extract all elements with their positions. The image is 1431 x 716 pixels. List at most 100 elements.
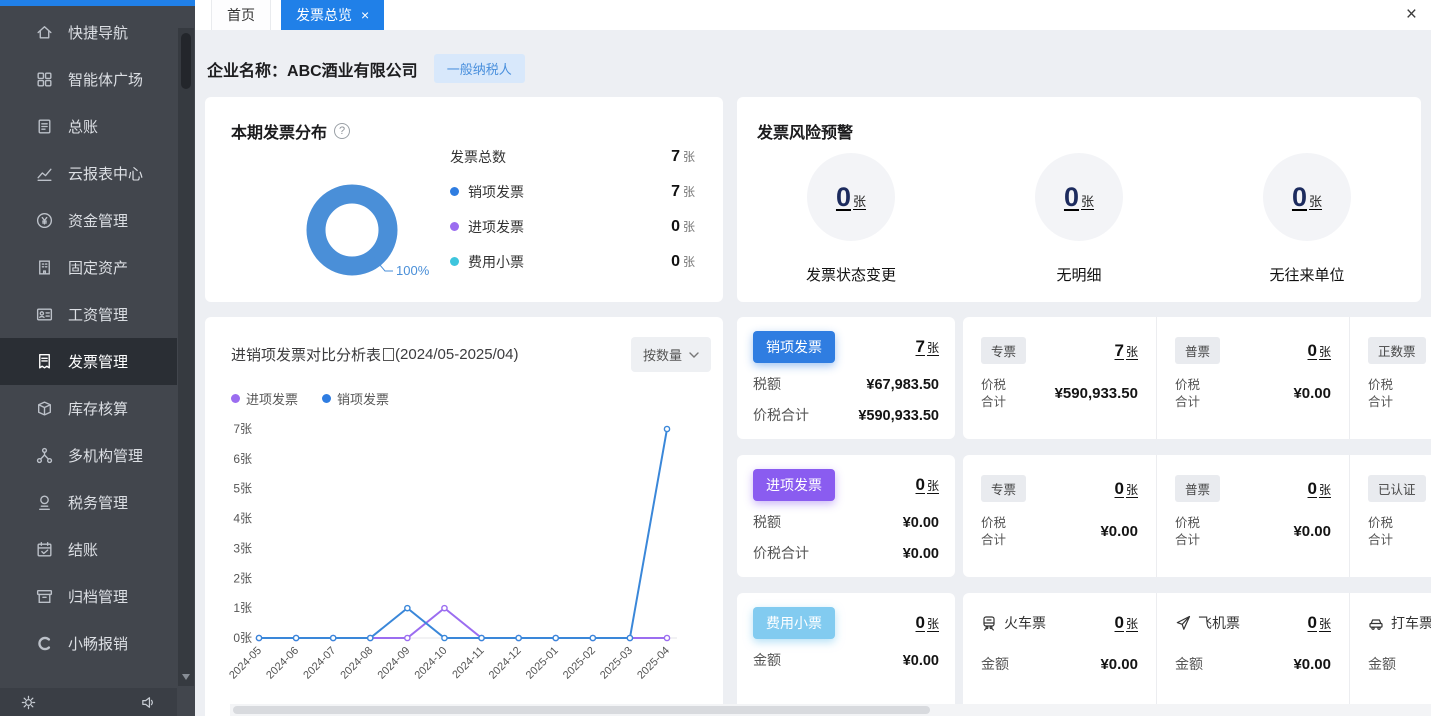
count-link[interactable]: 0张: [1115, 479, 1138, 499]
invoice-risk-card: 发票风险预警 0张 发票状态变更 0张 无明: [737, 97, 1421, 302]
svg-text:2024-06: 2024-06: [264, 645, 301, 682]
sidebar-item-label: 多机构管理: [68, 445, 143, 466]
special-invoice-badge: 专票: [981, 337, 1026, 364]
sales-count-link[interactable]: 7张: [916, 337, 939, 357]
risk-circle: 0张: [807, 153, 895, 241]
main-content: 企业名称： ABC酒业有限公司 一般纳税人 本期发票分布 ? 100% 发票总数…: [195, 30, 1431, 716]
sidebar-item-label: 库存核算: [68, 398, 128, 419]
distribution-card-title: 本期发票分布: [231, 119, 327, 143]
chart-title: 进销项发票对比分析表(2024/05-2025/04): [231, 344, 518, 365]
company-name-label: 企业名称：: [207, 57, 287, 81]
reimburse-icon: [34, 634, 54, 654]
sidebar-item-label: 快捷导航: [68, 22, 128, 43]
sidebar-footer: [0, 688, 177, 716]
purchase-dot-icon: [450, 222, 459, 231]
tab-invoice-overview-label: 发票总览: [296, 5, 352, 25]
tab-close-icon[interactable]: ×: [361, 8, 369, 22]
chevron-down-icon: [689, 352, 699, 358]
svg-text:7张: 7张: [233, 422, 252, 436]
sidebar: 快捷导航 智能体广场 总账 云报表中心 资金管理 固定资产: [0, 0, 195, 716]
risk-card-title: 发票风险预警: [757, 125, 853, 142]
chart-mode-select[interactable]: 按数量: [631, 337, 711, 372]
purchase-summary-card: 进项发票 0张 税额¥0.00 价税合计¥0.00: [737, 455, 955, 577]
svg-text:2025-04: 2025-04: [635, 645, 672, 682]
sidebar-top-accent: [0, 0, 195, 6]
sidebar-item-label: 固定资产: [68, 257, 128, 278]
purchase-invoice-badge[interactable]: 进项发票: [753, 469, 835, 501]
svg-text:2025-02: 2025-02: [561, 645, 598, 682]
sidebar-item-fixed-assets[interactable]: 固定资产: [0, 244, 177, 291]
taxpayer-badge: 一般纳税人: [434, 54, 525, 83]
taxi-ticket-group: 打车票 金额: [1349, 593, 1431, 715]
sidebar-item-cloud-reports[interactable]: 云报表中心: [0, 150, 177, 197]
count-link[interactable]: 0张: [1308, 479, 1331, 499]
company-name: ABC酒业有限公司: [287, 57, 418, 81]
invoice-distribution-card: 本期发票分布 ? 100% 发票总数 7张 销项发票 7张: [205, 97, 723, 302]
tax-icon: [34, 493, 54, 513]
sales-detail-card: 专票 7张 价税合计 ¥590,933.50 普票 0张 价税合计 ¥0.00: [963, 317, 1431, 439]
sidebar-scrollbar-thumb[interactable]: [181, 33, 191, 89]
sidebar-item-tax[interactable]: 税务管理: [0, 479, 177, 526]
svg-text:2024-11: 2024-11: [450, 645, 486, 681]
scroll-down-arrow-icon[interactable]: [182, 674, 190, 680]
horizontal-scrollbar[interactable]: [230, 704, 1431, 716]
purchase-detail-card: 专票 0张 价税合计 ¥0.00 普票 0张 价税合计 ¥0.00: [963, 455, 1431, 577]
svg-text:2025-03: 2025-03: [598, 645, 635, 682]
svg-text:2024-12: 2024-12: [487, 645, 524, 682]
risk-circle: 0张: [1035, 153, 1123, 241]
svg-text:5张: 5张: [233, 482, 252, 496]
tab-invoice-overview[interactable]: 发票总览 ×: [281, 0, 384, 30]
sidebar-item-multi-org[interactable]: 多机构管理: [0, 432, 177, 479]
agent-plaza-icon: [34, 70, 54, 90]
risk-count-link[interactable]: 0张: [1064, 182, 1094, 213]
home-icon: [34, 23, 54, 43]
sidebar-item-invoice-management[interactable]: 发票管理: [0, 338, 177, 385]
legend-row-purchase: 进项发票 0张: [450, 209, 695, 244]
funds-icon: [34, 211, 54, 231]
help-icon[interactable]: ?: [334, 123, 350, 139]
speaker-icon[interactable]: [140, 694, 157, 711]
purchase-count-link[interactable]: 0张: [916, 475, 939, 495]
positive-invoice-group: 正数票 价税合计 ¥590,933.50: [1349, 317, 1431, 439]
chart-legend-sales[interactable]: 销项发票: [322, 389, 389, 408]
count-link[interactable]: 0张: [1308, 613, 1331, 633]
plane-icon: [1175, 615, 1191, 631]
expense-count-link[interactable]: 0张: [916, 613, 939, 633]
sidebar-item-label: 发票管理: [68, 351, 128, 372]
sidebar-item-funds[interactable]: 资金管理: [0, 197, 177, 244]
sidebar-item-label: 结账: [68, 539, 98, 560]
sidebar-item-quick-nav[interactable]: 快捷导航: [0, 9, 177, 56]
car-icon: [1368, 615, 1384, 631]
count-link[interactable]: 0张: [1115, 613, 1138, 633]
horizontal-scrollbar-thumb[interactable]: [233, 706, 930, 714]
expense-receipt-badge[interactable]: 费用小票: [753, 607, 835, 639]
sidebar-item-reimbursement[interactable]: 小畅报销: [0, 620, 177, 667]
risk-count-link[interactable]: 0张: [836, 182, 866, 213]
svg-text:2张: 2张: [233, 571, 252, 585]
sidebar-item-general-ledger[interactable]: 总账: [0, 103, 177, 150]
sidebar-item-agent-plaza[interactable]: 智能体广场: [0, 56, 177, 103]
chart-legend-purchase[interactable]: 进项发票: [231, 389, 298, 408]
sidebar-item-label: 归档管理: [68, 586, 128, 607]
sidebar-item-closing[interactable]: 结账: [0, 526, 177, 573]
count-link[interactable]: 0张: [1308, 341, 1331, 361]
ordinary-invoice-badge: 普票: [1175, 475, 1220, 502]
risk-circle: 0张: [1263, 153, 1351, 241]
svg-text:2024-07: 2024-07: [301, 645, 338, 682]
legend-row-total: 发票总数 7张: [450, 139, 695, 174]
payroll-icon: [34, 305, 54, 325]
risk-count-link[interactable]: 0张: [1292, 182, 1322, 213]
sidebar-item-archive[interactable]: 归档管理: [0, 573, 177, 620]
purchase-dot-icon: [231, 394, 240, 403]
gear-icon[interactable]: [20, 694, 37, 711]
special-invoice-group: 专票 7张 价税合计 ¥590,933.50: [963, 317, 1156, 439]
count-link[interactable]: 7张: [1115, 341, 1138, 361]
close-icon[interactable]: ×: [1406, 0, 1417, 30]
svg-text:2024-08: 2024-08: [338, 645, 375, 682]
sidebar-item-inventory[interactable]: 库存核算: [0, 385, 177, 432]
sidebar-scrollbar[interactable]: [178, 28, 194, 686]
tab-home[interactable]: 首页: [211, 0, 271, 30]
sales-invoice-badge[interactable]: 销项发票: [753, 331, 835, 363]
sidebar-item-payroll[interactable]: 工资管理: [0, 291, 177, 338]
svg-text:2025-01: 2025-01: [524, 645, 561, 682]
